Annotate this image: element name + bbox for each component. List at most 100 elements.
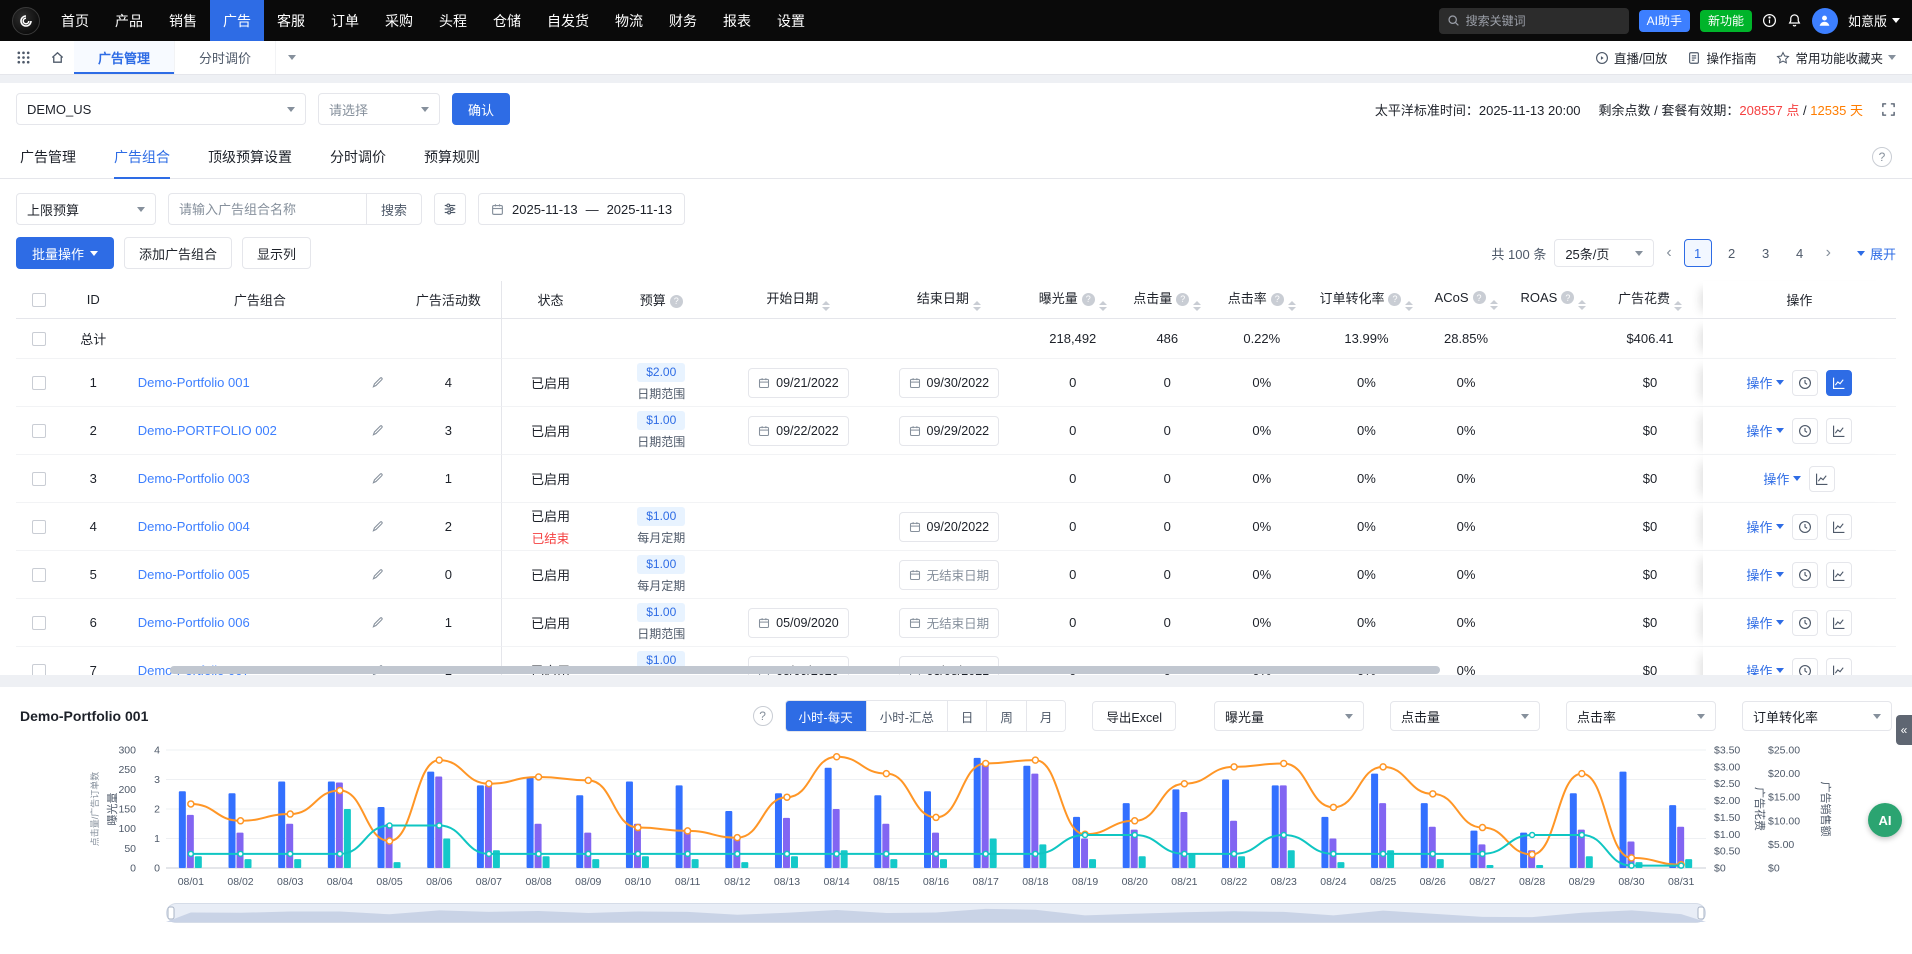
col-header-roas[interactable]: ROAS? xyxy=(1510,281,1597,319)
help-icon[interactable]: ? xyxy=(753,706,773,726)
row-actions-menu[interactable]: 操作 xyxy=(1746,373,1784,392)
edit-icon[interactable] xyxy=(371,520,384,533)
sort-icon[interactable] xyxy=(1288,301,1296,311)
collapse-panel-handle[interactable]: « xyxy=(1896,715,1912,745)
schedule-button[interactable] xyxy=(1792,418,1818,444)
chart-zoom-brush[interactable] xyxy=(166,903,1706,923)
avatar[interactable] xyxy=(1812,8,1838,34)
combo-chart-canvas[interactable]: 30025020015010050043210$3.50$3.00$2.50$2… xyxy=(16,738,1846,892)
row-checkbox[interactable] xyxy=(32,520,46,534)
app-logo[interactable] xyxy=(12,7,40,35)
help-icon[interactable]: ? xyxy=(1473,291,1486,304)
secondary-select[interactable]: 请选择 xyxy=(318,93,440,125)
row-actions-menu[interactable]: 操作 xyxy=(1746,661,1784,675)
topnav-item-9[interactable]: 仓储 xyxy=(480,0,534,41)
portfolio-link[interactable]: Demo-Portfolio 005 xyxy=(138,567,250,582)
topnav-item-13[interactable]: 报表 xyxy=(710,0,764,41)
topnav-item-2[interactable]: 产品 xyxy=(102,0,156,41)
col-header-impressions[interactable]: 曝光量? xyxy=(1024,281,1122,319)
col-header-cvr[interactable]: 订单转化率? xyxy=(1311,281,1423,319)
home-icon[interactable] xyxy=(40,41,74,74)
date-range-picker[interactable]: 2025-11-13 — 2025-11-13 xyxy=(478,193,685,225)
edit-icon[interactable] xyxy=(371,568,384,581)
col-header-acos[interactable]: ACoS? xyxy=(1422,281,1509,319)
portfolio-link[interactable]: Demo-Portfolio 006 xyxy=(138,615,250,630)
topnav-item-4[interactable]: 广告 xyxy=(210,0,264,41)
tab-list-caret[interactable] xyxy=(276,41,308,74)
portfolio-link[interactable]: Demo-Portfolio 001 xyxy=(138,375,250,390)
date-input[interactable]: 09/20/2022 xyxy=(899,512,1000,542)
date-input[interactable]: 09/22/2022 xyxy=(748,416,849,446)
sort-icon[interactable] xyxy=(1193,301,1201,311)
search-button[interactable]: 搜索 xyxy=(366,193,422,225)
workspace-tab-2[interactable]: 分时调价 xyxy=(175,41,276,74)
page-button-4[interactable]: 4 xyxy=(1786,239,1814,267)
page-button-3[interactable]: 3 xyxy=(1752,239,1780,267)
topnav-item-5[interactable]: 客服 xyxy=(264,0,318,41)
granularity-toggle-3[interactable]: 日 xyxy=(947,701,987,731)
schedule-button[interactable] xyxy=(1792,562,1818,588)
module-tab-1[interactable]: 广告管理 xyxy=(20,135,76,178)
date-input[interactable]: 09/30/2022 xyxy=(899,368,1000,398)
row-checkbox[interactable] xyxy=(32,376,46,390)
expand-toggle[interactable]: 展开 xyxy=(1857,244,1896,263)
add-portfolio-button[interactable]: 添加广告组合 xyxy=(124,237,232,269)
chart-button[interactable] xyxy=(1826,514,1852,540)
granularity-toggle-2[interactable]: 小时-汇总 xyxy=(866,701,947,731)
row-actions-menu[interactable]: 操作 xyxy=(1746,517,1784,536)
next-page-button[interactable]: › xyxy=(1822,244,1835,262)
budget-value[interactable]: $1.00 xyxy=(637,603,685,622)
chart-button[interactable] xyxy=(1826,370,1852,396)
show-columns-button[interactable]: 显示列 xyxy=(242,237,311,269)
apps-grid-icon[interactable] xyxy=(6,41,40,74)
module-tab-4[interactable]: 分时调价 xyxy=(330,135,386,178)
sort-icon[interactable] xyxy=(973,301,981,311)
help-icon[interactable]: ? xyxy=(1872,147,1892,167)
topnav-item-8[interactable]: 头程 xyxy=(426,0,480,41)
metric-select-3[interactable]: 点击率 xyxy=(1566,701,1716,731)
col-header-clicks[interactable]: 点击量? xyxy=(1122,281,1213,319)
row-checkbox[interactable] xyxy=(32,332,46,346)
budget-type-select[interactable]: 上限预算 xyxy=(16,193,156,225)
topnav-item-14[interactable]: 设置 xyxy=(764,0,818,41)
date-input[interactable]: 无结束日期 xyxy=(899,608,1000,638)
topnav-item-11[interactable]: 物流 xyxy=(602,0,656,41)
row-checkbox[interactable] xyxy=(32,616,46,630)
chart-button[interactable] xyxy=(1826,610,1852,636)
topnav-item-1[interactable]: 首页 xyxy=(48,0,102,41)
col-header-start[interactable]: 开始日期 xyxy=(723,281,873,319)
ai-fab-button[interactable]: AI xyxy=(1868,803,1902,837)
sort-icon[interactable] xyxy=(1405,301,1413,311)
module-tab-3[interactable]: 顶级预算设置 xyxy=(208,135,292,178)
select-all-checkbox[interactable] xyxy=(32,293,46,307)
ai-assistant-badge[interactable]: AI助手 xyxy=(1639,10,1690,32)
col-header-ctr[interactable]: 点击率? xyxy=(1213,281,1311,319)
advanced-filter-icon[interactable] xyxy=(434,193,466,225)
quick-link-2[interactable]: 操作指南 xyxy=(1687,48,1756,67)
metric-select-4[interactable]: 订单转化率 xyxy=(1742,701,1892,731)
module-tab-2[interactable]: 广告组合 xyxy=(114,135,170,178)
granularity-toggle-1[interactable]: 小时-每天 xyxy=(786,701,866,731)
portfolio-name-input[interactable] xyxy=(168,193,366,225)
sort-icon[interactable] xyxy=(1578,300,1586,310)
row-actions-menu[interactable]: 操作 xyxy=(1763,469,1801,488)
bulk-actions-button[interactable]: 批量操作 xyxy=(16,237,114,269)
schedule-button[interactable] xyxy=(1792,514,1818,540)
budget-value[interactable]: $1.00 xyxy=(637,555,685,574)
row-checkbox[interactable] xyxy=(32,472,46,486)
row-actions-menu[interactable]: 操作 xyxy=(1746,421,1784,440)
sort-icon[interactable] xyxy=(822,301,830,311)
topnav-item-12[interactable]: 财务 xyxy=(656,0,710,41)
topnav-item-3[interactable]: 销售 xyxy=(156,0,210,41)
new-features-badge[interactable]: 新功能 xyxy=(1700,10,1752,32)
chart-button[interactable] xyxy=(1826,418,1852,444)
schedule-button[interactable] xyxy=(1792,610,1818,636)
portfolio-link[interactable]: Demo-Portfolio 003 xyxy=(138,471,250,486)
store-select[interactable]: DEMO_US xyxy=(16,93,306,125)
portfolio-link[interactable]: Demo-Portfolio 004 xyxy=(138,519,250,534)
metric-select-1[interactable]: 曝光量 xyxy=(1214,701,1364,731)
edit-icon[interactable] xyxy=(371,424,384,437)
chart-button[interactable] xyxy=(1826,658,1852,676)
row-actions-menu[interactable]: 操作 xyxy=(1746,565,1784,584)
budget-value[interactable]: $2.00 xyxy=(637,363,685,382)
